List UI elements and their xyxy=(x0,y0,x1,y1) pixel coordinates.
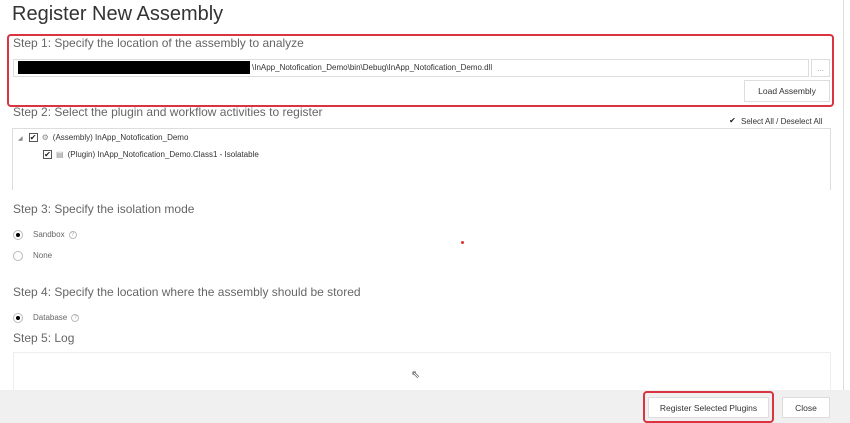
radio-icon xyxy=(13,313,23,323)
panel-border xyxy=(843,0,844,390)
browse-button[interactable]: ... xyxy=(811,59,830,77)
plugin-checkbox[interactable]: ✔ xyxy=(43,150,52,160)
mouse-cursor-icon: ⇖ xyxy=(411,369,421,381)
step4-label: Step 4: Specify the location where the a… xyxy=(13,285,361,299)
select-all-checkbox[interactable]: ✔ Select All / Deselect All xyxy=(728,117,822,126)
database-label: Database xyxy=(33,313,68,323)
log-box[interactable] xyxy=(13,352,831,390)
sandbox-radio[interactable]: Sandbox? xyxy=(13,230,77,240)
path-text: \InApp_Notofication_Demo\bin\Debug\InApp… xyxy=(252,63,493,72)
check-icon: ✔ xyxy=(729,116,736,126)
register-selected-plugins-button[interactable]: Register Selected Plugins xyxy=(648,397,769,418)
none-radio[interactable]: None xyxy=(13,251,52,261)
none-label: None xyxy=(33,251,53,261)
assembly-path-input[interactable]: \InApp_Notofication_Demo\bin\Debug\InApp… xyxy=(13,59,809,77)
plugin-label: (Plugin) InApp_Notofication_Demo.Class1 … xyxy=(67,150,259,159)
tree-item-plugin[interactable]: ✔ ▤ (Plugin) InApp_Notofication_Demo.Class… xyxy=(43,150,259,160)
gear-icon: ⚙ xyxy=(41,133,49,142)
red-dot xyxy=(461,241,464,244)
plugin-tree: ◢ ✔ ⚙ (Assembly) InApp_Notofication_Demo ✔ ▤… xyxy=(12,128,831,190)
close-button[interactable]: Close xyxy=(782,397,830,418)
database-radio[interactable]: Database? xyxy=(13,313,80,323)
assembly-label: (Assembly) InApp_Notofication_Demo xyxy=(52,133,189,142)
radio-icon xyxy=(13,230,23,240)
select-all-label: Select All / Deselect All xyxy=(741,117,823,126)
step5-label: Step 5: Log xyxy=(13,331,75,345)
step2-label: Step 2: Select the plugin and workflow a… xyxy=(13,105,323,119)
help-icon[interactable]: ? xyxy=(68,231,77,239)
tree-item-assembly[interactable]: ◢ ✔ ⚙ (Assembly) InApp_Notofication_Demo xyxy=(18,133,189,143)
plugin-icon: ▤ xyxy=(56,150,64,159)
assembly-checkbox[interactable]: ✔ xyxy=(28,133,38,143)
collapse-arrow-icon[interactable]: ◢ xyxy=(18,136,23,142)
help-icon[interactable]: ? xyxy=(71,314,80,322)
load-assembly-button[interactable]: Load Assembly xyxy=(744,80,830,102)
dialog-title: Register New Assembly xyxy=(12,3,224,25)
step3-label: Step 3: Specify the isolation mode xyxy=(13,202,195,216)
sandbox-label: Sandbox xyxy=(33,230,65,240)
redacted-path xyxy=(18,61,250,75)
step1-label: Step 1: Specify the location of the asse… xyxy=(13,36,304,50)
radio-icon xyxy=(13,251,23,261)
